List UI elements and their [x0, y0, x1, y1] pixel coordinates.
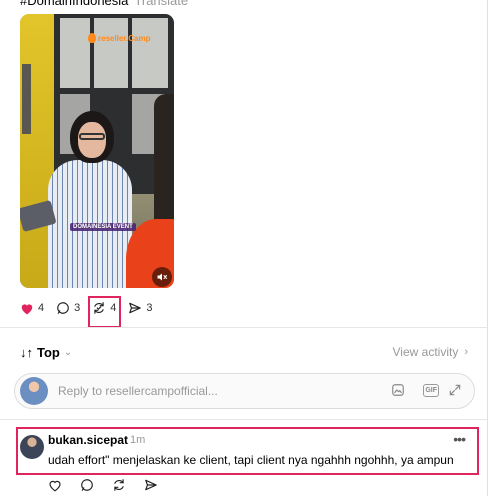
- composer-divider: [0, 419, 488, 420]
- chevron-down-icon: ⌄: [63, 346, 73, 358]
- video-scene-face: [78, 122, 106, 158]
- view-activity-label: View activity: [392, 345, 459, 359]
- video-scene-door: [22, 64, 31, 134]
- heart-outline-icon: [49, 480, 61, 491]
- video-badge: DOMAINESIA EVENT: [70, 223, 136, 231]
- chevron-right-icon: ›: [464, 346, 468, 358]
- post-hashtag[interactable]: #DomainIndonesia: [20, 0, 128, 8]
- repost-icon: [94, 302, 104, 314]
- view-activity-link[interactable]: View activity ›: [393, 345, 468, 359]
- comment-repost-button[interactable]: [112, 478, 126, 492]
- share-button[interactable]: 3: [128, 301, 153, 315]
- section-divider: [0, 327, 488, 328]
- post-video[interactable]: reseller.Camp DOMAINESIA EVENT: [20, 14, 174, 288]
- post-actions: 4 3 4 3: [20, 296, 165, 328]
- comment-icon: [57, 302, 69, 314]
- image-attach-button[interactable]: [391, 383, 405, 397]
- reply-comment: bukan.sicepat 1m ••• udah effort" menjel…: [16, 427, 479, 475]
- comment-like-button[interactable]: [48, 479, 62, 492]
- speaker-muted-icon: [157, 273, 167, 281]
- video-watermark: reseller.Camp: [98, 34, 151, 43]
- like-button[interactable]: 4: [20, 302, 44, 315]
- sort-dropdown[interactable]: ↓↑ Top ⌄: [20, 345, 72, 360]
- translate-link[interactable]: Translate: [134, 0, 188, 8]
- like-count: 4: [38, 302, 45, 314]
- send-icon: [145, 479, 157, 491]
- video-scene-person: [154, 94, 174, 234]
- thread-page: #DomainIndonesia Translate reseller.Camp …: [0, 0, 500, 496]
- comment-share-button[interactable]: [144, 478, 158, 492]
- reply-count: 3: [74, 302, 81, 314]
- comment-timestamp: 1m: [130, 434, 146, 446]
- heart-icon: [21, 303, 33, 314]
- composer-tools: GIF: [382, 383, 462, 397]
- repost-count: 4: [110, 302, 117, 314]
- expand-icon: [449, 384, 461, 396]
- video-scene-glasses: [79, 133, 105, 140]
- image-icon: [392, 384, 405, 396]
- share-count: 3: [146, 302, 153, 314]
- more-options-icon[interactable]: •••: [453, 431, 466, 447]
- sort-label: Top: [37, 344, 60, 360]
- replies-header: ↓↑ Top ⌄ View activity ›: [20, 343, 468, 361]
- post-caption: #DomainIndonesia Translate: [20, 0, 188, 8]
- gif-button[interactable]: GIF: [414, 383, 439, 397]
- comment-text: udah effort" menjelaskan ke client, tapi…: [48, 453, 454, 467]
- watermark-logo-icon: [88, 33, 96, 43]
- comment-icon: [81, 479, 93, 491]
- repost-icon: [114, 479, 124, 491]
- commenter-avatar[interactable]: [20, 435, 44, 459]
- sort-arrows-icon: ↓↑: [20, 344, 33, 360]
- repost-button[interactable]: 4: [88, 296, 122, 328]
- reply-button[interactable]: 3: [56, 301, 80, 315]
- current-user-avatar: [20, 377, 48, 405]
- mute-button[interactable]: [152, 267, 172, 287]
- expand-button[interactable]: [448, 383, 462, 397]
- reply-composer[interactable]: Reply to resellercampofficial... GIF: [14, 373, 475, 409]
- comment-reply-button[interactable]: [80, 478, 94, 492]
- reply-input[interactable]: Reply to resellercampofficial...: [58, 384, 218, 398]
- gif-icon: GIF: [423, 383, 439, 397]
- commenter-username[interactable]: bukan.sicepat: [48, 433, 128, 447]
- comment-actions: [48, 478, 176, 492]
- thread-column: #DomainIndonesia Translate reseller.Camp …: [0, 0, 488, 496]
- send-icon: [129, 302, 142, 314]
